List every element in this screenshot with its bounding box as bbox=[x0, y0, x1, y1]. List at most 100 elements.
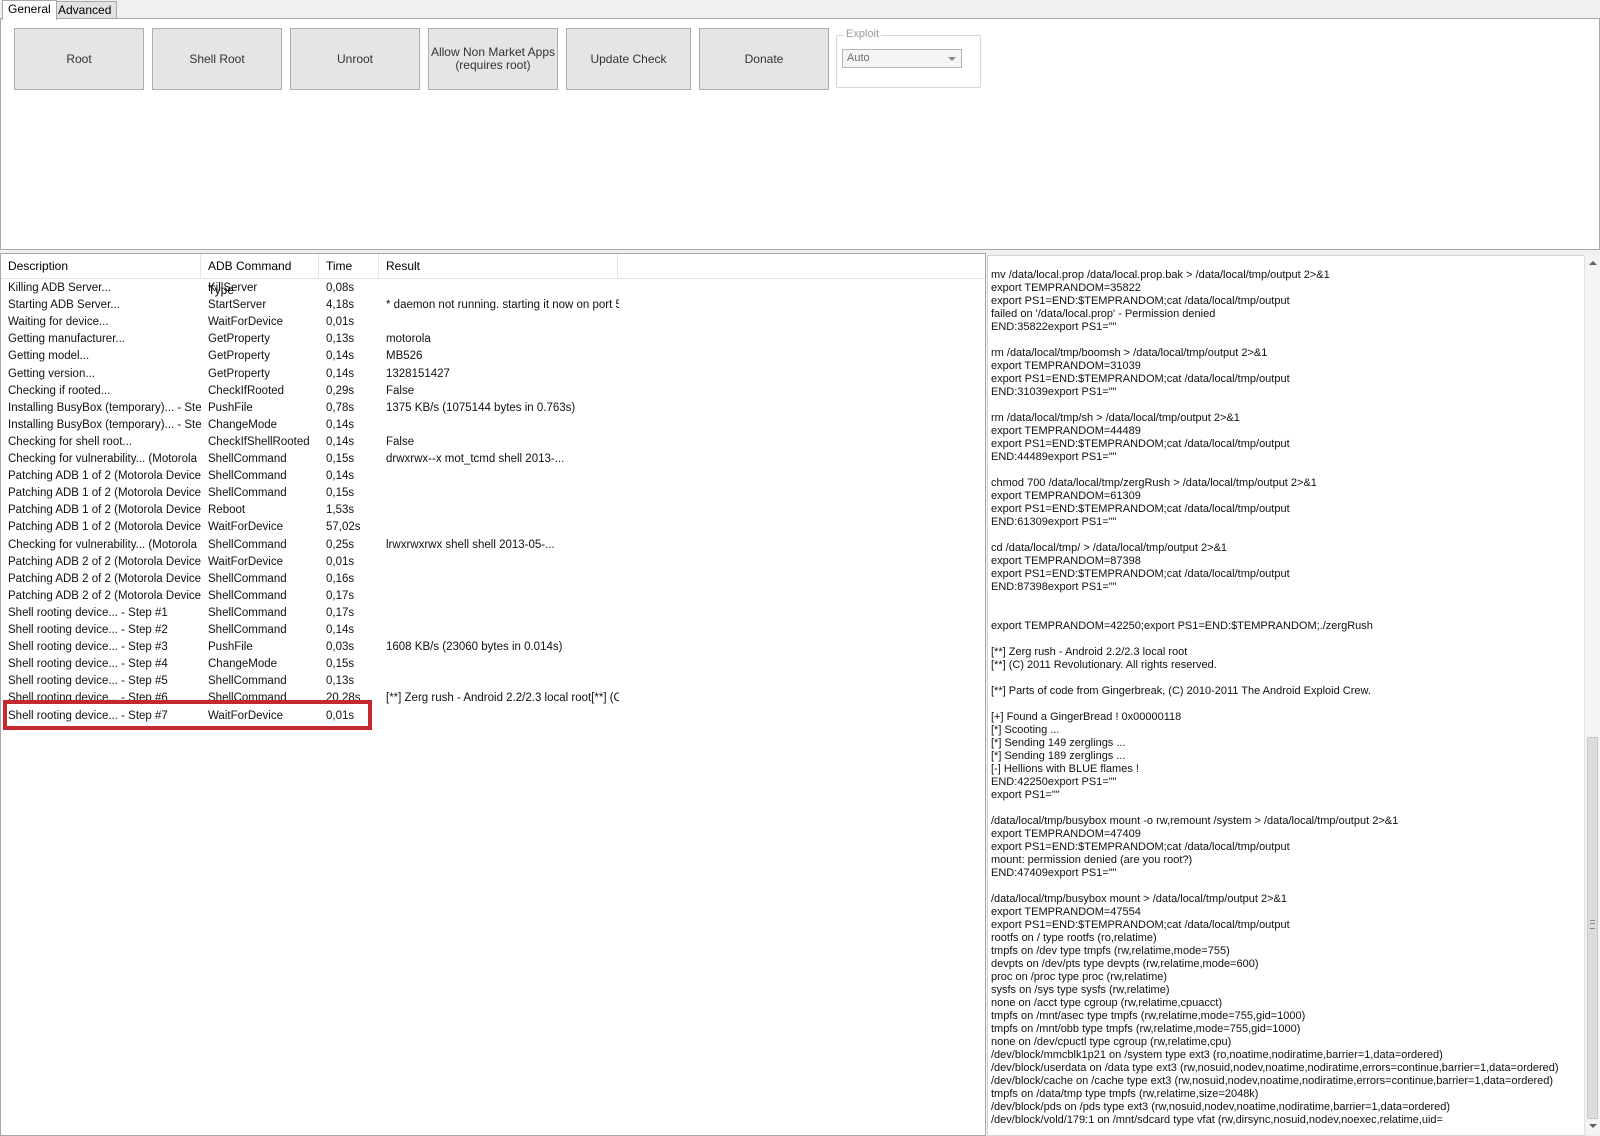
table-row[interactable]: Patching ADB 1 of 2 (Motorola Device... R… bbox=[1, 502, 985, 519]
general-panel: Root Shell Root Unroot Allow Non Market … bbox=[0, 18, 1600, 250]
time-cell: 0,78s bbox=[326, 401, 355, 414]
command-type-cell: ShellCommand bbox=[208, 470, 287, 483]
description-cell: Checking if rooted... bbox=[8, 384, 111, 397]
result-cell: lrwxrwxrwx shell shell 2013-05-... bbox=[386, 538, 555, 551]
table-row[interactable]: Patching ADB 2 of 2 (Motorola Device... S… bbox=[1, 588, 985, 605]
table-row[interactable]: Getting version... GetProperty 0,14s 132815… bbox=[1, 366, 985, 383]
table-row[interactable]: Shell rooting device... - Step #3 PushFil… bbox=[1, 639, 985, 656]
time-cell: 0,15s bbox=[326, 658, 355, 671]
root-button[interactable]: Root bbox=[14, 28, 144, 90]
table-row[interactable]: Installing BusyBox (temporary)... - Step… bbox=[1, 417, 985, 434]
result-cell: drwxrwx--x mot_tcmd shell 2013-... bbox=[386, 453, 565, 465]
description-cell: Patching ADB 1 of 2 (Motorola Device... bbox=[8, 470, 201, 483]
allow-non-market-apps-button[interactable]: Allow Non Market Apps (requires root) bbox=[428, 28, 558, 90]
table-row[interactable]: Patching ADB 2 of 2 (Motorola Device... W… bbox=[1, 554, 985, 571]
command-type-cell: ChangeMode bbox=[208, 418, 278, 431]
tab-bar: General Advanced bbox=[0, 0, 1600, 20]
time-cell: 0,14s bbox=[326, 470, 355, 483]
table-row[interactable]: Getting model... GetProperty 0,14s MB526 bbox=[1, 348, 985, 365]
table-row[interactable]: Checking for vulnerability... (Motorola … bbox=[1, 537, 985, 554]
table-row[interactable]: Getting manufacturer... GetProperty 0,13s m… bbox=[1, 331, 985, 348]
table-row[interactable]: Shell rooting device... - Step #1 ShellCo… bbox=[1, 605, 985, 622]
command-type-cell: WaitForDevice bbox=[208, 555, 283, 568]
time-cell: 0,13s bbox=[326, 333, 355, 346]
result-cell: * daemon not running. starting it now on… bbox=[386, 299, 619, 312]
time-cell: 0,17s bbox=[326, 606, 355, 619]
table-row[interactable]: Patching ADB 1 of 2 (Motorola Device... S… bbox=[1, 485, 985, 502]
scroll-up-icon[interactable] bbox=[1589, 261, 1597, 265]
time-cell: 0,16s bbox=[326, 572, 355, 585]
command-type-cell: ChangeMode bbox=[208, 658, 278, 671]
description-cell: Starting ADB Server... bbox=[8, 299, 120, 312]
time-cell: 0,25s bbox=[326, 538, 355, 551]
scrollbar-thumb[interactable] bbox=[1587, 737, 1598, 1119]
command-type-cell: ShellCommand bbox=[208, 589, 287, 602]
command-type-cell: StartServer bbox=[208, 299, 267, 312]
result-cell: MB526 bbox=[386, 350, 423, 363]
tab-advanced[interactable]: Advanced bbox=[52, 1, 118, 18]
table-row[interactable]: Checking for vulnerability... (Motorola … bbox=[1, 451, 985, 468]
table-row[interactable]: Patching ADB 1 of 2 (Motorola Device... S… bbox=[1, 468, 985, 485]
table-row[interactable]: Starting ADB Server... StartServer 4,18s * … bbox=[1, 297, 985, 314]
result-cell: 1375 KB/s (1075144 bytes in 0.763s) bbox=[386, 401, 576, 414]
donate-button[interactable]: Donate bbox=[699, 28, 829, 90]
exploit-select[interactable]: Auto bbox=[842, 49, 962, 68]
log-table: Description ADB Command Type Time Result… bbox=[0, 253, 986, 1136]
scroll-down-icon[interactable] bbox=[1589, 1124, 1597, 1128]
command-type-cell: Reboot bbox=[208, 504, 246, 517]
description-cell: Patching ADB 1 of 2 (Motorola Device... bbox=[8, 521, 201, 534]
table-row[interactable]: Checking for shell root... CheckIfShellRo… bbox=[1, 434, 985, 451]
description-cell: Shell rooting device... - Step #1 bbox=[8, 606, 168, 619]
column-header-time[interactable]: Time bbox=[319, 254, 379, 278]
result-cell: False bbox=[386, 435, 415, 448]
column-header-description[interactable]: Description bbox=[1, 254, 201, 278]
table-row[interactable]: Patching ADB 2 of 2 (Motorola Device... S… bbox=[1, 571, 985, 588]
command-type-cell: ShellCommand bbox=[208, 572, 287, 585]
table-row[interactable]: Killing ADB Server... KillServer 0,08s bbox=[1, 280, 985, 297]
table-row[interactable]: Waiting for device... WaitForDevice 0,01s bbox=[1, 314, 985, 331]
result-cell: [**] Zerg rush - Android 2.2/2.3 local r… bbox=[386, 692, 619, 705]
command-type-cell: CheckIfShellRooted bbox=[208, 435, 310, 448]
update-check-button[interactable]: Update Check bbox=[566, 28, 691, 90]
time-cell: 0,29s bbox=[326, 384, 355, 397]
description-cell: Checking for vulnerability... (Motorola … bbox=[8, 453, 201, 465]
shell-root-button[interactable]: Shell Root bbox=[152, 28, 282, 90]
command-type-cell: ShellCommand bbox=[208, 606, 287, 619]
time-cell: 1,53s bbox=[326, 504, 355, 517]
time-cell: 0,01s bbox=[326, 316, 355, 329]
exploit-legend: Exploit bbox=[844, 28, 882, 40]
table-row[interactable]: Installing BusyBox (temporary)... - Step… bbox=[1, 400, 985, 417]
time-cell: 0,15s bbox=[326, 453, 355, 465]
exploit-selected-value: Auto bbox=[847, 52, 870, 64]
time-cell: 0,08s bbox=[326, 282, 355, 294]
description-cell: Patching ADB 1 of 2 (Motorola Device... bbox=[8, 504, 201, 517]
table-row[interactable]: Patching ADB 1 of 2 (Motorola Device... W… bbox=[1, 519, 985, 536]
unroot-button[interactable]: Unroot bbox=[290, 28, 420, 90]
tab-general[interactable]: General bbox=[2, 0, 57, 20]
table-row[interactable]: Shell rooting device... - Step #5 ShellCo… bbox=[1, 673, 985, 690]
table-row[interactable]: Shell rooting device... - Step #4 ChangeM… bbox=[1, 656, 985, 673]
table-row[interactable]: Shell rooting device... - Step #2 ShellCo… bbox=[1, 622, 985, 639]
command-type-cell: ShellCommand bbox=[208, 487, 287, 500]
description-cell: Shell rooting device... - Step #5 bbox=[8, 675, 168, 688]
console-output-panel: mv /data/local.prop /data/local.prop.bak… bbox=[987, 255, 1586, 1136]
chevron-down-icon bbox=[948, 57, 956, 61]
column-header-adb-command-type[interactable]: ADB Command Type bbox=[201, 254, 319, 297]
result-cell: 1328151427 bbox=[386, 367, 450, 380]
result-cell: 1608 KB/s (23060 bytes in 0.014s) bbox=[386, 641, 563, 654]
description-cell: Installing BusyBox (temporary)... - Step… bbox=[8, 418, 201, 431]
command-type-cell: PushFile bbox=[208, 401, 253, 414]
result-cell: motorola bbox=[386, 333, 431, 346]
column-header-result[interactable]: Result bbox=[379, 254, 618, 278]
log-table-header: Description ADB Command Type Time Result bbox=[1, 254, 985, 297]
command-type-cell: PushFile bbox=[208, 641, 253, 654]
result-cell: False bbox=[386, 384, 415, 397]
console-scrollbar[interactable] bbox=[1584, 255, 1600, 1134]
highlight-annotation bbox=[3, 700, 372, 730]
time-cell: 57,02s bbox=[326, 521, 361, 534]
command-type-cell: GetProperty bbox=[208, 333, 270, 346]
description-cell: Getting version... bbox=[8, 367, 95, 380]
command-type-cell: WaitForDevice bbox=[208, 316, 283, 329]
command-type-cell: ShellCommand bbox=[208, 624, 287, 636]
table-row[interactable]: Checking if rooted... CheckIfRooted 0,29s F… bbox=[1, 383, 985, 400]
